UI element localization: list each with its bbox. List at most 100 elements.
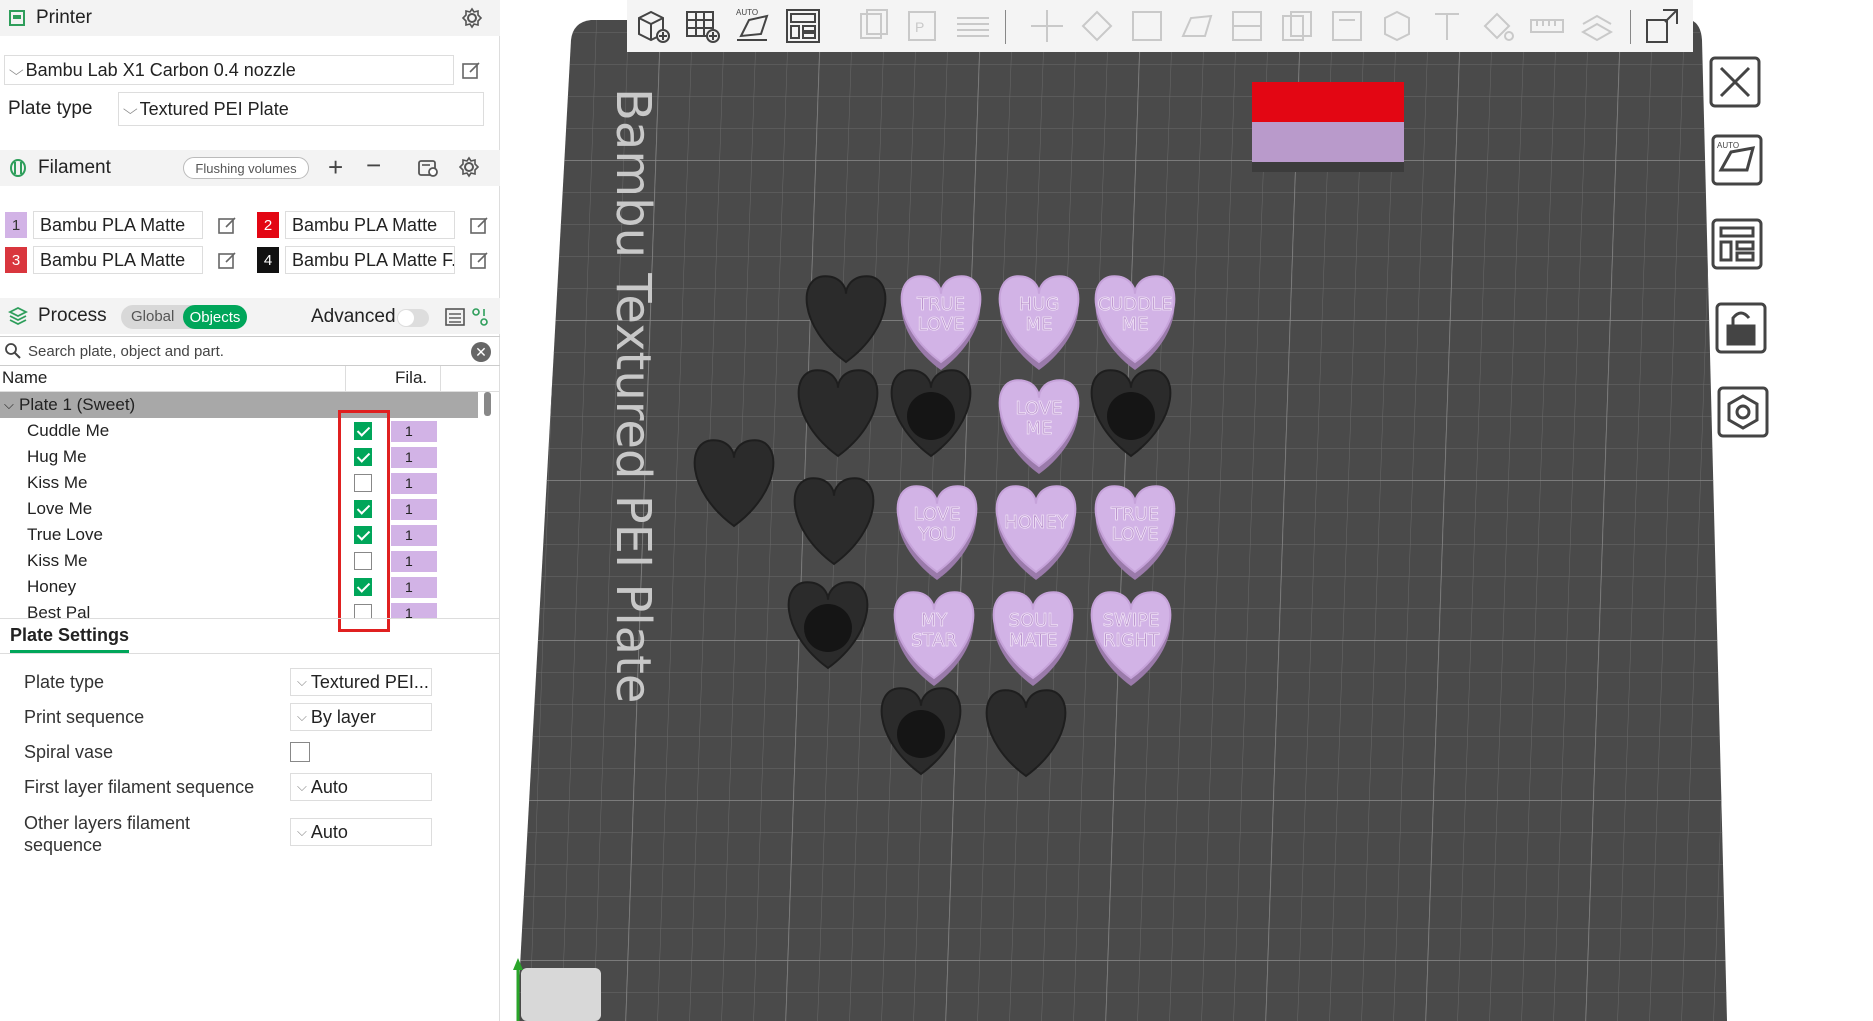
list-view-icon[interactable]	[444, 306, 466, 328]
plate-type-select[interactable]: ⌵ Textured PEI Plate	[118, 92, 484, 126]
plate-row[interactable]: ⌵ Plate 1 (Sweet)	[0, 392, 478, 418]
chevron-down-icon[interactable]: ⌵	[4, 397, 14, 413]
filament-swatch[interactable]: 3	[5, 247, 27, 273]
object-filament-cell[interactable]: 1	[391, 603, 437, 618]
col-name[interactable]: Name	[2, 368, 47, 388]
filament-swatch[interactable]: 2	[257, 212, 279, 238]
object-row[interactable]: Honey 1	[0, 574, 478, 600]
filament-name[interactable]: Bambu PLA Matte	[33, 211, 203, 239]
ps-plate-type-select[interactable]: ⌵ Textured PEI...	[290, 668, 432, 696]
edit-filament-icon[interactable]	[216, 214, 238, 236]
auto-orient-side-icon[interactable]: AUTO	[1707, 130, 1767, 190]
object-name[interactable]: True Love	[27, 525, 103, 545]
split-objects-icon[interactable]	[1643, 6, 1683, 46]
global-objects-toggle[interactable]: Global Objects	[121, 305, 247, 329]
copy-icon[interactable]	[853, 6, 893, 46]
remove-filament-icon[interactable]: −	[366, 150, 381, 181]
object-name[interactable]: Kiss Me	[27, 473, 87, 493]
object-name[interactable]: Hug Me	[27, 447, 87, 467]
text-tool-icon[interactable]	[1427, 6, 1467, 46]
sync-filament-icon[interactable]	[416, 156, 440, 180]
filament-item-4[interactable]: 4 Bambu PLA Matte F...	[257, 245, 455, 275]
object-filament-cell[interactable]: 1	[391, 421, 437, 442]
lay-on-face-icon[interactable]	[1177, 6, 1217, 46]
add-object-icon[interactable]	[633, 6, 673, 46]
clear-search-icon[interactable]: ✕	[471, 342, 491, 362]
assembly-icon[interactable]	[1577, 6, 1617, 46]
filament-item-2[interactable]: 2 Bambu PLA Matte	[257, 210, 455, 240]
move-icon[interactable]	[1027, 6, 1067, 46]
filament-item-1[interactable]: 1 Bambu PLA Matte	[5, 210, 203, 240]
object-filament-cell[interactable]: 1	[391, 577, 437, 598]
ps-first-layer-select[interactable]: ⌵ Auto	[290, 773, 432, 801]
advanced-switch[interactable]	[397, 309, 429, 327]
lock-icon[interactable]	[1711, 298, 1771, 358]
arrange-icon[interactable]	[783, 6, 823, 46]
ps-print-sequence-select[interactable]: ⌵ By layer	[290, 703, 432, 731]
edit-printer-icon[interactable]	[460, 59, 482, 81]
object-row[interactable]: Kiss Me 1	[0, 548, 478, 574]
scale-icon[interactable]	[1127, 6, 1167, 46]
build-plate-canvas[interactable]: TRUELOVEHUGMECUDDLEMELOVEMELOVEYOUHONEY T…	[501, 0, 1873, 1021]
object-row[interactable]: Hug Me 1	[0, 444, 478, 470]
mesh-boolean-icon[interactable]	[1277, 6, 1317, 46]
printer-settings-gear-icon[interactable]	[460, 6, 484, 30]
paste-icon[interactable]: P	[903, 6, 943, 46]
ps-first-layer-value: Auto	[310, 776, 348, 797]
settings-hex-icon[interactable]	[1713, 382, 1773, 442]
edit-filament-icon[interactable]	[468, 214, 490, 236]
object-filament-cell[interactable]: 1	[391, 499, 437, 520]
flushing-volumes-button[interactable]: Flushing volumes	[183, 157, 309, 179]
layers-icon[interactable]	[953, 6, 993, 46]
object-name[interactable]: Cuddle Me	[27, 421, 109, 441]
rotate-icon[interactable]	[1077, 6, 1117, 46]
object-filament-cell[interactable]: 1	[391, 525, 437, 546]
ps-plate-type-value: Textured PEI...	[310, 671, 429, 692]
tab-plate-settings[interactable]: Plate Settings	[10, 625, 130, 653]
add-filament-icon[interactable]: +	[328, 152, 343, 183]
seam-paint-icon[interactable]	[1377, 6, 1417, 46]
object-row[interactable]: Cuddle Me 1	[0, 418, 478, 444]
object-row[interactable]: True Love 1	[0, 522, 478, 548]
cut-icon[interactable]	[1227, 6, 1267, 46]
filament-swatch[interactable]: 1	[5, 212, 27, 238]
heart-label: LOVE	[914, 504, 961, 525]
filament-swatch[interactable]: 4	[257, 247, 279, 273]
add-plate-icon[interactable]	[683, 6, 723, 46]
col-fila[interactable]: Fila.	[395, 368, 427, 388]
object-search-input[interactable]: Search plate, object and part. ✕	[0, 336, 500, 366]
toggle-objects[interactable]: Objects	[183, 305, 247, 329]
filament-settings-gear-icon[interactable]	[458, 156, 480, 178]
object-name[interactable]: Best Pal	[27, 603, 90, 618]
object-name[interactable]: Love Me	[27, 499, 92, 519]
filament-name[interactable]: Bambu PLA Matte	[33, 246, 203, 274]
object-row[interactable]: Best Pal 1	[0, 600, 478, 618]
3d-viewport[interactable]: TRUE LOVE HUG ME CUDDLE ME LOVE ME LOVE YOU HONEY T…	[501, 0, 1873, 1021]
support-paint-icon[interactable]	[1327, 6, 1367, 46]
edit-filament-icon[interactable]	[216, 249, 238, 271]
object-row[interactable]: Kiss Me 1	[0, 470, 478, 496]
object-name[interactable]: Honey	[27, 577, 76, 597]
edit-filament-icon[interactable]	[468, 249, 490, 271]
object-row[interactable]: Love Me 1	[0, 496, 478, 522]
filament-name[interactable]: Bambu PLA Matte	[285, 211, 455, 239]
prime-tower[interactable]	[1252, 82, 1404, 172]
ps-spiral-vase-checkbox[interactable]	[290, 742, 310, 762]
filament-item-3[interactable]: 3 Bambu PLA Matte	[5, 245, 203, 275]
object-name[interactable]: Kiss Me	[27, 551, 87, 571]
object-filament-cell[interactable]: 1	[391, 473, 437, 494]
close-icon[interactable]	[1705, 52, 1765, 112]
object-filament-cell[interactable]: 1	[391, 447, 437, 468]
auto-orient-icon[interactable]: AUTO	[733, 6, 773, 46]
filament-name[interactable]: Bambu PLA Matte F...	[285, 246, 455, 274]
arrange-side-icon[interactable]	[1707, 214, 1767, 274]
compare-icon[interactable]	[470, 306, 490, 328]
object-filament-cell[interactable]: 1	[391, 551, 437, 572]
measure-icon[interactable]	[1527, 6, 1567, 46]
color-paint-icon[interactable]	[1477, 6, 1517, 46]
plate-label[interactable]: Plate 1 (Sweet)	[19, 395, 135, 415]
printer-preset-select[interactable]: ⌵ Bambu Lab X1 Carbon 0.4 nozzle	[4, 55, 454, 85]
toggle-global[interactable]: Global	[131, 308, 174, 325]
ps-other-layers-select[interactable]: ⌵ Auto	[290, 818, 432, 846]
object-list-scrollbar[interactable]	[484, 392, 491, 416]
